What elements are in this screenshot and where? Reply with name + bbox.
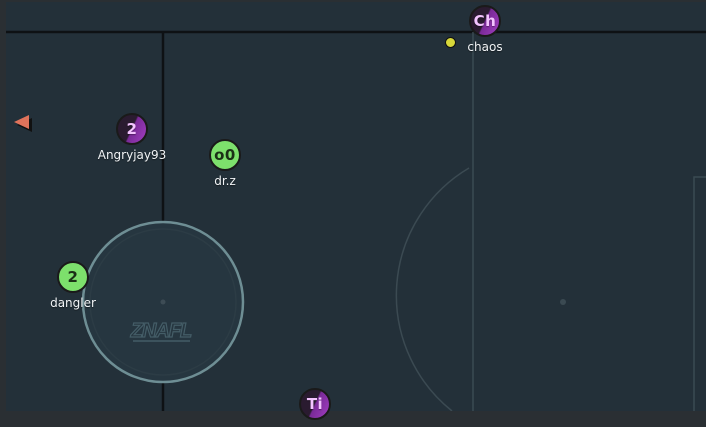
center-dot	[560, 299, 566, 305]
player-chaos[interactable]: Ch	[469, 5, 501, 37]
center-circle-arc	[395, 167, 470, 412]
left-frame	[0, 0, 6, 427]
player-name-angryjay93: Angryjay93	[97, 148, 167, 162]
league-logo: ZNAFL	[129, 319, 194, 342]
player-avatar-text: Ch	[473, 12, 497, 30]
ball	[445, 37, 456, 48]
offscreen-player-arrow-icon	[14, 115, 29, 129]
goal-box	[693, 176, 706, 411]
logo-text: ZNAFL	[130, 320, 192, 342]
player-dangler[interactable]: 2	[57, 261, 89, 293]
bottom-frame	[0, 411, 706, 427]
player-name-drz: dr.z	[214, 174, 236, 188]
player-drz[interactable]: o0	[209, 139, 241, 171]
player-avatar-text: Ti	[306, 395, 324, 413]
player-name-dangler: dangler	[50, 296, 96, 310]
player-ti[interactable]: Ti	[299, 388, 331, 420]
top-frame	[0, 0, 706, 2]
player-avatar-text: 2	[67, 268, 79, 286]
player-avatar-text: 2	[126, 120, 138, 138]
player-angryjay93[interactable]: 2	[116, 113, 148, 145]
field-markings: ZNAFL	[6, 30, 706, 412]
player-avatar-text: o0	[214, 146, 236, 164]
game-field[interactable]: ZNAFL Ch chaos 2 Angryjay93 o0 dr.z 2 da…	[0, 0, 706, 427]
player-name-chaos: chaos	[467, 40, 503, 54]
faceoff-dot	[160, 299, 166, 305]
